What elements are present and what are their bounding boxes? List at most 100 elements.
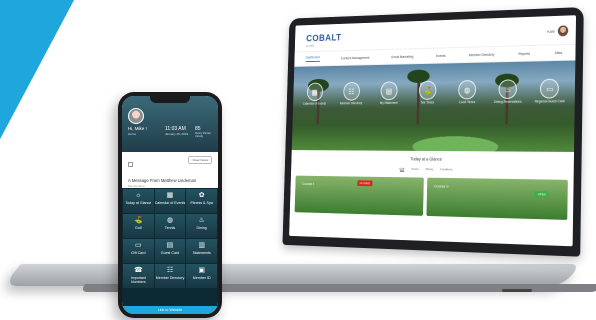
card-icon: ▭: [540, 79, 559, 99]
grid-label: Important Numbers: [123, 276, 154, 284]
golf-icon: ⛳: [123, 217, 154, 225]
accent-stripe: [0, 0, 90, 200]
phone-icon: ☎: [123, 267, 154, 275]
tile-court-times[interactable]: ◍ Court Times: [452, 80, 483, 105]
clear-news-button[interactable]: Clear News: [188, 156, 212, 164]
grid-label: Guest Card: [155, 251, 186, 255]
grid-item-golf[interactable]: ⛳ Golf: [123, 214, 154, 238]
glance-title: Today at a Glance: [291, 156, 574, 163]
people-icon: ☷: [343, 82, 360, 101]
id-card-icon: ▣: [186, 267, 217, 275]
feature-grid: ☼ Today at Glance ▦ Calendar of Events ✿ Fi…: [122, 188, 218, 306]
grid-label: Today at Glance: [123, 201, 154, 205]
tile-label: Dining Reservations: [492, 101, 523, 105]
tennis-icon: ◍: [458, 80, 476, 99]
tile-tee-times[interactable]: ⛳ Tee Times: [413, 81, 443, 106]
tile-guest-card[interactable]: ▭ Regional Guest Card: [534, 79, 566, 105]
message-title[interactable]: A Message From Matthew Lindeman: [128, 178, 212, 183]
dining-icon: ♨: [499, 79, 518, 99]
date: January 25, 2019: [165, 132, 188, 136]
tile-calendar[interactable]: ▦ Calendar of Events: [301, 83, 329, 107]
grid-label: Fitness & Spa: [186, 201, 217, 205]
tile-member-directory[interactable]: ☷ Member Directory: [337, 82, 366, 106]
course-cards: Course I CLOSED Course II OPEN: [290, 170, 574, 226]
tile-label: Regional Guest Card: [534, 100, 566, 104]
nav-sites[interactable]: Sites: [555, 51, 563, 55]
message-panel: Clear News A Message From Matthew Lindem…: [122, 152, 218, 193]
grid-item-dining[interactable]: ♨ Dining: [186, 214, 217, 238]
statement-icon: ▥: [186, 242, 217, 250]
avatar[interactable]: [128, 108, 144, 124]
location: Home: [128, 132, 136, 136]
document-icon: ▤: [380, 81, 397, 100]
grid-item-fitness[interactable]: ✿ Fitness & Spa: [186, 189, 217, 213]
tile-label: Tee Times: [413, 101, 443, 105]
nav-email-marketing[interactable]: Email Marketing: [391, 54, 413, 58]
calendar-icon: ▦: [306, 83, 323, 101]
tile-statement[interactable]: ▤ My Statement: [374, 81, 403, 106]
dining-icon: ♨: [186, 217, 217, 225]
weather-summary: Sunny Partial Cloudy: [195, 132, 218, 138]
tile-dining[interactable]: ♨ Dining Reservations: [492, 79, 524, 105]
grid-label: Gift Card: [123, 251, 154, 255]
golf-icon: ⛳: [419, 81, 437, 100]
gift-card-icon: ▭: [123, 242, 154, 250]
course-card[interactable]: Course I CLOSED: [295, 176, 424, 216]
avatar[interactable]: [558, 25, 569, 36]
grid-label: Statements: [186, 251, 217, 255]
site-logo[interactable]: COBALT: [306, 33, 342, 44]
grid-label: Dining: [186, 226, 217, 230]
user-name[interactable]: Kate: [547, 29, 555, 34]
nav-reports[interactable]: Reports: [518, 51, 530, 55]
grid-item-calendar[interactable]: ▦ Calendar of Events: [155, 189, 186, 213]
course-name: Course I: [302, 181, 314, 186]
phone-device: Hi, Mike ! Home 11:03 AM January 25, 201…: [118, 92, 222, 318]
nav-events[interactable]: Events: [436, 54, 446, 58]
tab-dining[interactable]: Dining: [425, 167, 433, 172]
grid-item-tennis[interactable]: ◍ Tennis: [155, 214, 186, 238]
directory-icon: ☷: [155, 267, 186, 275]
phone-notch: [150, 96, 190, 103]
nav-content-management[interactable]: Content Management: [341, 55, 370, 59]
phone-header: Hi, Mike ! Home 11:03 AM January 25, 201…: [122, 96, 218, 152]
website-link[interactable]: Link to Website: [122, 306, 218, 314]
grid-label: Member Directory: [155, 276, 186, 280]
guest-card-icon: ▤: [155, 242, 186, 250]
phone-screen: Hi, Mike ! Home 11:03 AM January 25, 201…: [122, 96, 218, 314]
grid-item-member-id[interactable]: ▣ Member ID: [186, 264, 217, 288]
spa-icon: ✿: [186, 192, 217, 200]
status-badge: OPEN: [535, 191, 549, 197]
laptop-screen: COBALT CLUBS Kate Dashboard Content Mana…: [289, 15, 576, 246]
tile-label: Court Times: [452, 101, 482, 105]
grid-item-directory[interactable]: ☷ Member Directory: [155, 264, 186, 288]
grid-label: Member ID: [186, 276, 217, 280]
grid-item-gift-card[interactable]: ▭ Gift Card: [123, 239, 154, 263]
laptop-base: [3, 264, 580, 286]
message-icon: [128, 162, 133, 167]
nav-member-directory[interactable]: Member Directory: [469, 52, 495, 56]
grid-label: Golf: [123, 226, 154, 230]
grid-item-numbers[interactable]: ☎ Important Numbers: [123, 264, 154, 288]
hero-banner: ▦ Calendar of Events ☷ Member Directory …: [292, 61, 576, 152]
tab-golf[interactable]: Golf: [399, 167, 404, 172]
grid-label: Tennis: [155, 226, 186, 230]
course-card[interactable]: Course II OPEN: [426, 178, 567, 220]
tab-tennis[interactable]: Tennis: [411, 167, 419, 172]
sun-icon: ☼: [123, 192, 154, 200]
nav-dashboard[interactable]: Dashboard: [306, 55, 320, 62]
laptop-lid: COBALT CLUBS Kate Dashboard Content Mana…: [282, 7, 583, 257]
laptop-device: COBALT CLUBS Kate Dashboard Content Mana…: [232, 6, 594, 268]
grid-item-statements[interactable]: ▥ Statements: [186, 239, 217, 263]
tab-conditions[interactable]: Conditions: [440, 167, 453, 172]
tile-label: Member Directory: [337, 102, 365, 106]
tile-label: Calendar of Events: [301, 103, 328, 107]
tile-label: My Statement: [374, 102, 403, 106]
calendar-icon: ▦: [155, 192, 186, 200]
grid-label: Calendar of Events: [155, 201, 186, 205]
grid-item-guest-card[interactable]: ▤ Guest Card: [155, 239, 186, 263]
promo-stage: COBALT CLUBS Kate Dashboard Content Mana…: [0, 0, 596, 320]
grid-item-today[interactable]: ☼ Today at Glance: [123, 189, 154, 213]
quick-links: ▦ Calendar of Events ☷ Member Directory …: [293, 78, 575, 106]
status-badge: CLOSED: [357, 180, 372, 186]
greeting: Hi, Mike !: [128, 126, 147, 131]
